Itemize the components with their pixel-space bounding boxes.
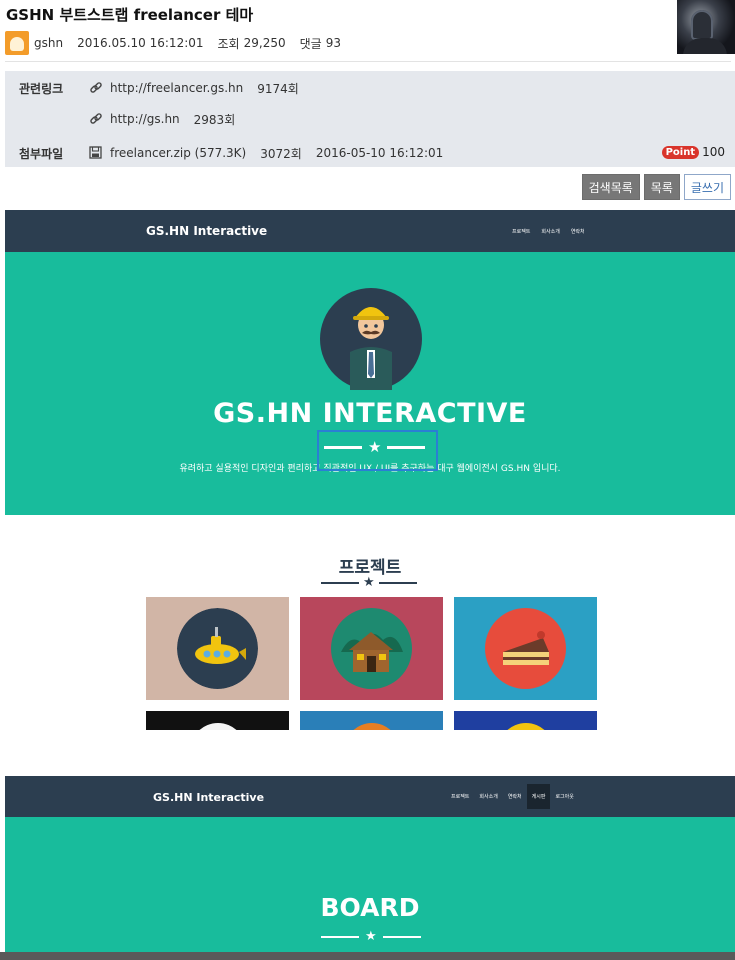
link-icon <box>89 112 103 126</box>
cabin-icon <box>331 608 412 689</box>
theme-preview-screenshot-2: GS.HN Interactive 프로젝트 회사소개 연락처 게시판 로그아웃… <box>5 776 735 952</box>
star-divider: ★ <box>321 930 421 943</box>
star-icon: ★ <box>363 575 375 590</box>
file-date: 2016-05-10 16:12:01 <box>315 146 444 160</box>
preview-hero: GS.HN INTERACTIVE ★ 유려하고 실용적인 디자인과 편리하고 … <box>5 252 735 515</box>
link-icon <box>89 81 103 95</box>
preview-navbar: GS.HN Interactive 프로젝트 회사소개 연락처 <box>5 210 735 252</box>
section-star-divider: ★ <box>321 576 417 589</box>
author-name[interactable]: gshn <box>34 36 63 50</box>
point-badge: Point <box>661 145 700 159</box>
author-photo <box>677 0 735 54</box>
preview-hero-title: GS.HN INTERACTIVE <box>213 398 527 429</box>
preview-menu-item-active: 게시판 <box>526 784 551 809</box>
portfolio-tile-cake <box>454 597 597 700</box>
author-avatar-icon[interactable] <box>5 31 29 55</box>
preview-menu-item: 회사소개 <box>541 229 560 235</box>
point-value: 100 <box>702 145 725 159</box>
link-count: 9174회 <box>257 81 299 96</box>
theme-preview-screenshot-1: GS.HN Interactive 프로젝트 회사소개 연락처 GS.HN IN… <box>5 210 735 730</box>
portfolio-tile-submarine <box>146 597 289 700</box>
mascot-avatar-icon <box>320 288 422 390</box>
search-list-button[interactable]: 검색목록 <box>581 174 640 200</box>
selection-highlight-box <box>317 430 438 471</box>
board-hero-title: BOARD <box>320 893 420 922</box>
post-actions: 검색목록 목록 글쓰기 <box>581 174 731 200</box>
point-info: Point 100 <box>661 145 725 159</box>
preview-navbar: GS.HN Interactive 프로젝트 회사소개 연락처 게시판 로그아웃 <box>5 776 735 817</box>
link-count: 2983회 <box>193 112 236 127</box>
post-title: GSHN 부트스트랩 freelancer 테마 <box>6 6 254 24</box>
preview-menu-item: 프로젝트 <box>512 229 531 235</box>
preview-brand: GS.HN Interactive <box>153 791 265 804</box>
views-count: 29,250 <box>243 36 286 50</box>
attachments-box: 관련링크 http://freelancer.gs.hn 9174회 http:… <box>5 71 735 167</box>
post-datetime: 2016.05.10 16:12:01 <box>77 36 204 50</box>
preview-menu: 프로젝트 회사소개 연락처 <box>512 228 585 235</box>
link-url[interactable]: http://gs.hn <box>110 112 180 126</box>
portfolio-tile-5 <box>300 711 443 730</box>
star-icon: ★ <box>365 929 377 944</box>
file-label: 첨부파일 <box>19 146 64 161</box>
header-divider <box>5 61 731 62</box>
views-label: 조회 <box>217 36 240 51</box>
preview-menu-item: 프로젝트 <box>451 794 470 800</box>
link-url[interactable]: http://freelancer.gs.hn <box>110 81 243 95</box>
preview-menu-item: 회사소개 <box>479 794 498 800</box>
preview-menu-item: 연락처 <box>570 229 585 235</box>
floppy-disk-icon <box>89 146 103 160</box>
post-header: GSHN 부트스트랩 freelancer 테마 gshn 2016.05.10… <box>0 0 735 62</box>
comments-label: 댓글 <box>299 36 322 51</box>
portfolio-tile-6 <box>454 711 597 730</box>
comments-count: 93 <box>325 36 341 50</box>
portfolio-tile-cabin <box>300 597 443 700</box>
portfolio-tile-4 <box>146 711 289 730</box>
submarine-icon <box>177 608 258 689</box>
links-label: 관련링크 <box>19 81 64 96</box>
preview-menu: 프로젝트 회사소개 연락처 게시판 로그아웃 <box>446 784 579 809</box>
file-name[interactable]: freelancer.zip (577.3K) <box>110 146 246 160</box>
file-download-count: 3072회 <box>260 146 302 161</box>
write-button[interactable]: 글쓰기 <box>683 174 731 200</box>
bottom-edge-bar <box>0 952 735 960</box>
preview-hero: BOARD ★ <box>5 817 735 952</box>
post-meta: gshn 2016.05.10 16:12:01 조회 29,250 댓글 93 <box>5 31 355 55</box>
preview-menu-item: 로그아웃 <box>555 794 574 800</box>
list-button[interactable]: 목록 <box>643 174 680 200</box>
preview-menu-item: 연락처 <box>507 794 522 800</box>
cake-icon <box>485 608 566 689</box>
preview-brand: GS.HN Interactive <box>146 224 268 238</box>
